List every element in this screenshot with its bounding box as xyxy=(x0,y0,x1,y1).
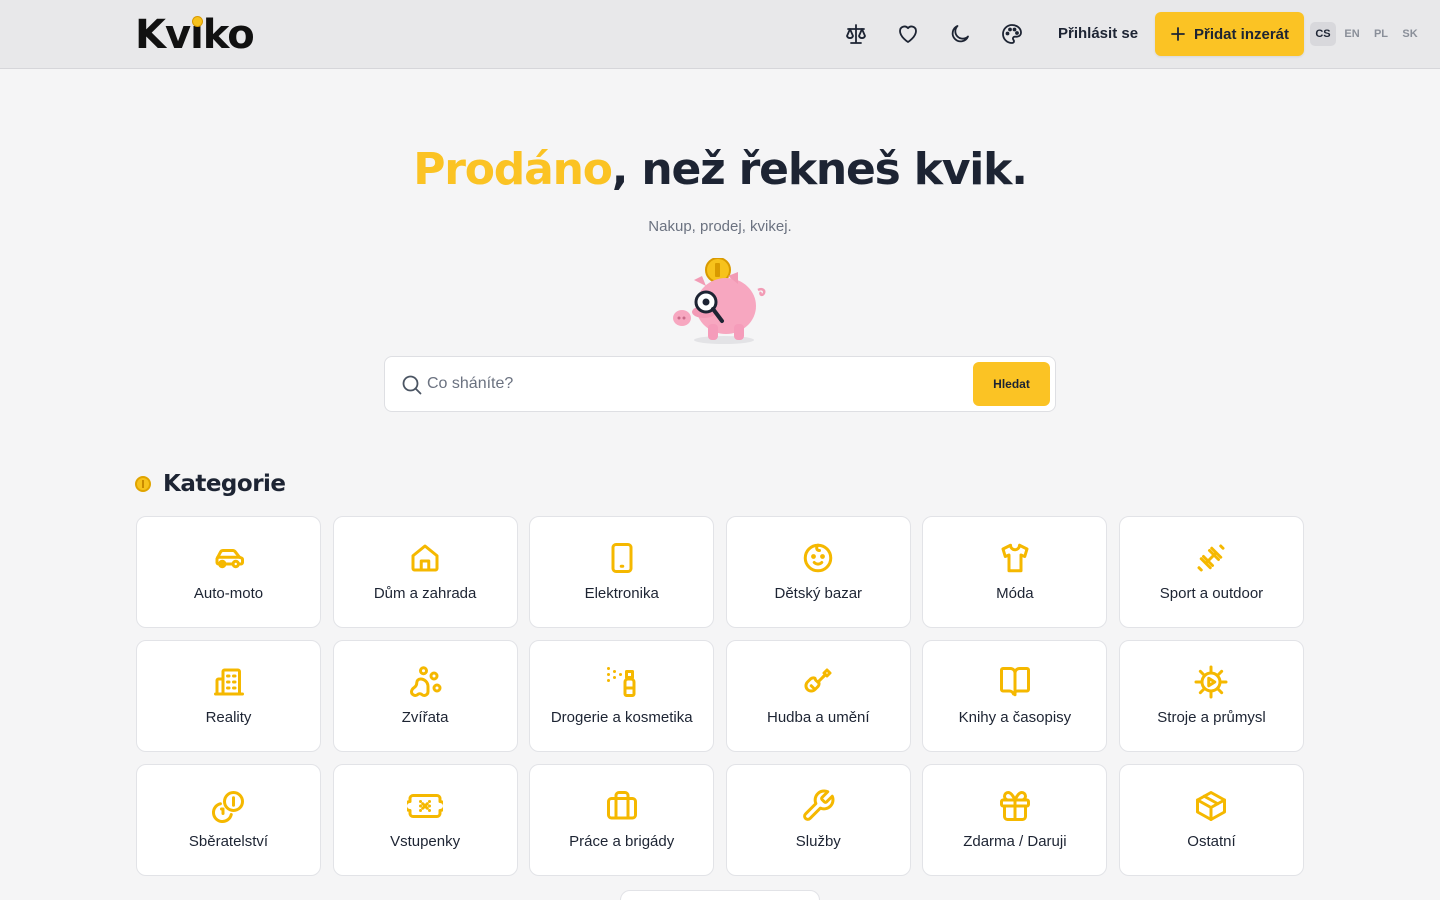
category-moda[interactable]: Móda xyxy=(922,516,1108,628)
shirt-icon xyxy=(1001,543,1029,573)
gift-icon xyxy=(999,791,1030,821)
category-zdarma-daruji[interactable]: Zdarma / Daruji xyxy=(922,764,1108,876)
category-label: Služby xyxy=(795,833,841,850)
dark-mode-toggle[interactable] xyxy=(946,20,974,48)
category-label: Drogerie a kosmetika xyxy=(550,709,693,726)
book-icon xyxy=(999,667,1030,697)
search-bar: Hledat xyxy=(384,356,1056,412)
paw-icon xyxy=(410,666,442,697)
category-label: Auto-moto xyxy=(193,585,264,602)
logo-coin-dot xyxy=(192,16,203,27)
category-knihy-a-casopisy[interactable]: Knihy a časopisy xyxy=(922,640,1108,752)
category-label: Hudba a umění xyxy=(766,709,870,726)
baby-icon xyxy=(804,543,833,573)
car-icon xyxy=(215,549,244,569)
coins-icon xyxy=(211,791,244,824)
category-elektronika[interactable]: Elektronika xyxy=(529,516,715,628)
category-sport-a-outdoor[interactable]: Sport a outdoor xyxy=(1118,516,1304,628)
category-label: Práce a brigády xyxy=(569,833,675,850)
box-icon xyxy=(1196,791,1227,821)
category-label: Zvířata xyxy=(401,709,449,726)
categories-heading: Kategorie xyxy=(135,468,286,500)
search-input[interactable] xyxy=(427,367,947,401)
add-listing-label: Přidat inzerát xyxy=(1193,25,1290,43)
category-drogerie-a-kosmetika[interactable]: Drogerie a kosmetika xyxy=(529,640,715,752)
category-label: Knihy a časopisy xyxy=(958,709,1072,726)
category-label: Dům a zahrada xyxy=(373,585,477,602)
search-button[interactable]: Hledat xyxy=(973,362,1050,406)
category-label: Móda xyxy=(996,585,1034,602)
moon-icon xyxy=(951,25,969,43)
login-link[interactable]: Přihlásit se xyxy=(1058,24,1138,44)
favorites-button[interactable] xyxy=(894,20,922,48)
category-grid: Auto-moto Dům a zahrada Elektronika Děts… xyxy=(136,516,1304,876)
building-icon xyxy=(213,668,244,696)
hero-subtitle: Nakup, prodej, kvikej. xyxy=(648,218,792,235)
scale-icon xyxy=(846,24,866,44)
category-stroje-a-prumysl[interactable]: Stroje a průmysl xyxy=(1118,640,1304,752)
coin-icon xyxy=(135,476,151,492)
category-vstupenky[interactable]: Vstupenky xyxy=(332,764,518,876)
add-listing-button[interactable]: Přidat inzerát xyxy=(1155,12,1304,56)
category-reality[interactable]: Reality xyxy=(136,640,321,752)
house-icon xyxy=(411,544,439,572)
lang-sk[interactable]: SK xyxy=(1397,22,1423,46)
hero-title-rest: , než řekneš kvik. xyxy=(611,144,1028,195)
lang-pl[interactable]: PL xyxy=(1368,22,1394,46)
category-prace-a-brigady[interactable]: Práce a brigády xyxy=(529,764,715,876)
lang-en[interactable]: EN xyxy=(1339,22,1365,46)
category-label: Sport a outdoor xyxy=(1159,585,1264,602)
category-dum-a-zahrada[interactable]: Dům a zahrada xyxy=(332,516,518,628)
category-zvirata[interactable]: Zvířata xyxy=(332,640,518,752)
cog-icon xyxy=(1194,665,1228,699)
palette-icon xyxy=(1002,24,1022,44)
category-label: Stroje a průmysl xyxy=(1157,709,1266,726)
show-more-button[interactable] xyxy=(620,890,820,900)
ticket-icon xyxy=(407,794,444,818)
category-label: Zdarma / Daruji xyxy=(963,833,1067,850)
category-ostatni[interactable]: Ostatní xyxy=(1118,764,1304,876)
search-icon xyxy=(402,375,422,395)
logo[interactable]: Kviko xyxy=(135,12,255,58)
category-label: Vstupenky xyxy=(390,833,461,850)
category-label: Sběratelství xyxy=(188,833,269,850)
heart-icon xyxy=(899,25,917,43)
category-sberatelstvi[interactable]: Sběratelství xyxy=(136,764,321,876)
dumbbell-icon xyxy=(1197,544,1225,572)
categories-title: Kategorie xyxy=(163,471,286,497)
hero-title: Prodáno, než řekneš kvik. xyxy=(0,140,1440,200)
wrench-icon xyxy=(803,789,835,821)
theme-button[interactable] xyxy=(998,20,1026,48)
lang-cs[interactable]: CS xyxy=(1310,22,1336,46)
tablet-icon xyxy=(611,543,633,573)
plus-icon xyxy=(1171,27,1185,41)
compare-button[interactable] xyxy=(842,20,870,48)
category-hudba-a-umeni[interactable]: Hudba a umění xyxy=(725,640,911,752)
category-label: Elektronika xyxy=(584,585,659,602)
guitar-icon xyxy=(804,668,832,693)
briefcase-icon xyxy=(606,791,637,820)
spray-bottle-icon xyxy=(606,667,636,697)
piggy-bank-mascot-icon xyxy=(673,258,766,344)
category-label: Dětský bazar xyxy=(774,585,863,602)
category-auto-moto[interactable]: Auto-moto xyxy=(136,516,321,628)
category-sluzby[interactable]: Služby xyxy=(725,764,911,876)
hero-title-accent: Prodáno xyxy=(413,144,613,195)
category-label: Reality xyxy=(205,709,252,726)
category-label: Ostatní xyxy=(1187,833,1236,850)
category-detsky-bazar[interactable]: Dětský bazar xyxy=(725,516,911,628)
top-navbar: Kviko Přihlásit se Přidat inzerát CS EN … xyxy=(0,0,1440,69)
